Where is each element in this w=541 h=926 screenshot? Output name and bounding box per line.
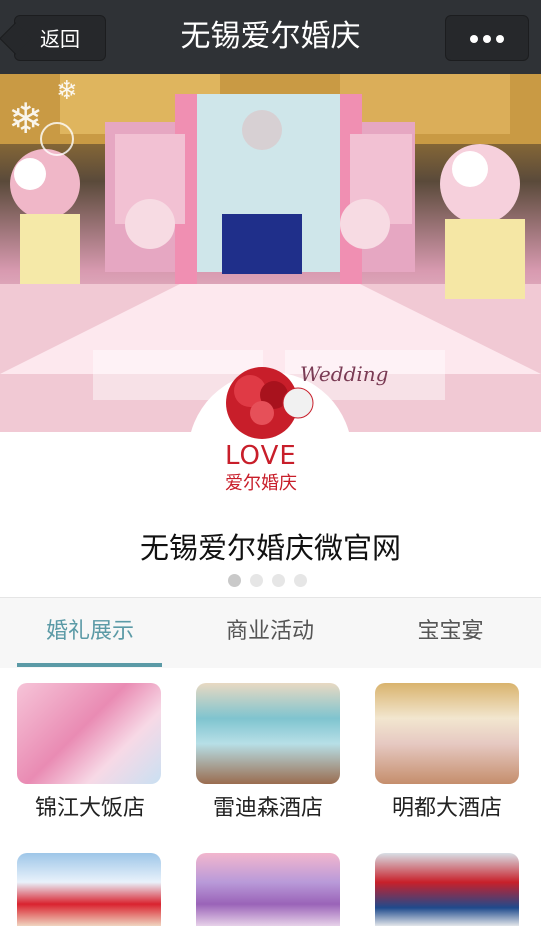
logo-subtitle: 爱尔婚庆 bbox=[225, 473, 297, 494]
site-title: 无锡爱尔婚庆微官网 bbox=[139, 531, 401, 565]
venue-thumbnail[interactable] bbox=[375, 683, 519, 784]
venue-label[interactable]: 锦江大饭店 bbox=[0, 790, 180, 822]
category-tabs: 婚礼展示 商业活动 宝宝宴 bbox=[0, 597, 541, 668]
brand-logo: LOVE 爱尔婚庆 bbox=[200, 355, 340, 495]
tab-business-events[interactable]: 商业活动 bbox=[180, 598, 360, 668]
more-dots-icon bbox=[483, 35, 491, 43]
more-options-button[interactable] bbox=[445, 15, 529, 61]
tab-wedding-showcase[interactable]: 婚礼展示 bbox=[0, 598, 180, 668]
tab-baby-banquet[interactable]: 宝宝宴 bbox=[360, 598, 541, 668]
venue-label[interactable]: 明都大酒店 bbox=[357, 790, 537, 822]
carousel-dot[interactable] bbox=[272, 574, 285, 587]
carousel-dot[interactable] bbox=[294, 574, 307, 587]
rose-logo-icon bbox=[226, 367, 314, 439]
snowflake-icon: ❄ bbox=[8, 94, 44, 143]
venue-thumbnail[interactable] bbox=[196, 853, 340, 926]
snowflake-icon: ❄ bbox=[56, 76, 78, 106]
logo-word: LOVE bbox=[225, 441, 297, 471]
venue-thumbnail[interactable] bbox=[196, 683, 340, 784]
carousel-dot[interactable] bbox=[228, 574, 241, 587]
venue-thumbnail[interactable] bbox=[17, 853, 161, 926]
carousel-dot[interactable] bbox=[250, 574, 263, 587]
carousel-pager bbox=[228, 572, 316, 587]
active-tab-indicator bbox=[17, 663, 162, 667]
venue-label[interactable]: 雷迪森酒店 bbox=[178, 790, 358, 822]
top-bar: 返回 无锡爱尔婚庆 bbox=[0, 0, 541, 74]
more-dots-icon bbox=[496, 35, 504, 43]
more-dots-icon bbox=[470, 35, 478, 43]
venue-thumbnail[interactable] bbox=[375, 853, 519, 926]
venue-thumbnail[interactable] bbox=[17, 683, 161, 784]
sound-toggle-icon[interactable] bbox=[40, 122, 74, 156]
